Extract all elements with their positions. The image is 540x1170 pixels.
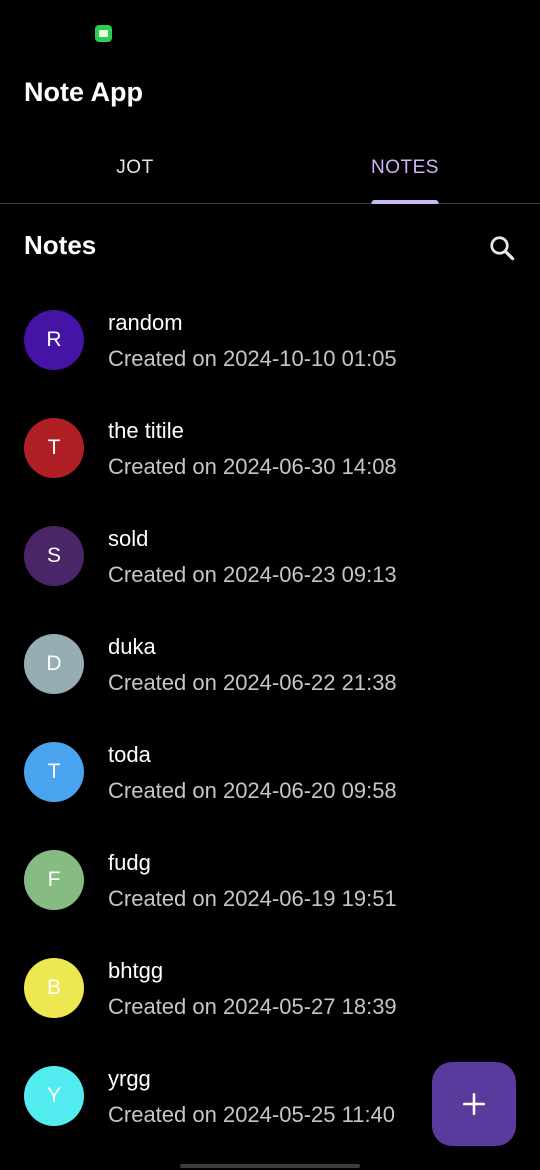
- note-date: Created on 2024-06-30 14:08: [108, 454, 397, 479]
- note-item[interactable]: R random Created on 2024-10-10 01:05: [0, 288, 540, 396]
- tab-notes[interactable]: NOTES: [270, 132, 540, 204]
- note-date: Created on 2024-06-19 19:51: [108, 886, 397, 911]
- note-date: Created on 2024-06-20 09:58: [108, 778, 397, 803]
- note-avatar: B: [24, 958, 84, 1018]
- add-note-button[interactable]: [432, 1062, 516, 1146]
- plus-icon: [462, 1092, 486, 1116]
- note-date: Created on 2024-06-23 09:13: [108, 562, 397, 587]
- note-avatar: D: [24, 634, 84, 694]
- tab-jot[interactable]: JOT: [0, 132, 270, 203]
- note-title: duka: [108, 634, 156, 659]
- note-title: fudg: [108, 850, 151, 875]
- note-avatar: T: [24, 742, 84, 802]
- note-item[interactable]: S sold Created on 2024-06-23 09:13: [0, 504, 540, 612]
- note-title: toda: [108, 742, 151, 767]
- note-title: sold: [108, 526, 149, 551]
- note-avatar: Y: [24, 1066, 84, 1126]
- tab-notes-label: NOTES: [371, 156, 439, 178]
- app-title: Note App: [24, 77, 143, 107]
- note-item[interactable]: T the titile Created on 2024-06-30 14:08: [0, 396, 540, 504]
- note-date: Created on 2024-05-25 11:40: [108, 1102, 396, 1127]
- note-title: random: [108, 310, 183, 335]
- note-date: Created on 2024-05-27 18:39: [108, 994, 397, 1019]
- note-title: yrgg: [108, 1066, 151, 1091]
- note-item[interactable]: B bhtgg Created on 2024-05-27 18:39: [0, 936, 540, 1044]
- home-indicator[interactable]: [180, 1164, 360, 1168]
- note-title: the titile: [108, 418, 184, 443]
- note-avatar: F: [24, 850, 84, 910]
- tab-jot-label: JOT: [116, 156, 154, 178]
- message-app-icon: [95, 25, 112, 42]
- search-button[interactable]: [480, 226, 524, 270]
- search-icon: [490, 236, 515, 261]
- note-avatar: S: [24, 526, 84, 586]
- note-avatar: T: [24, 418, 84, 478]
- note-avatar: R: [24, 310, 84, 370]
- note-list: R random Created on 2024-10-10 01:05 T t…: [0, 288, 540, 1152]
- note-item[interactable]: F fudg Created on 2024-06-19 19:51: [0, 828, 540, 936]
- tab-bar: JOT NOTES: [0, 132, 540, 204]
- note-date: Created on 2024-10-10 01:05: [108, 346, 397, 371]
- notes-header: Notes: [0, 222, 540, 274]
- note-item[interactable]: T toda Created on 2024-06-20 09:58: [0, 720, 540, 828]
- active-tab-indicator: [371, 200, 439, 204]
- note-title: bhtgg: [108, 958, 164, 983]
- status-bar: [0, 0, 540, 50]
- note-item[interactable]: D duka Created on 2024-06-22 21:38: [0, 612, 540, 720]
- note-date: Created on 2024-06-22 21:38: [108, 670, 397, 695]
- section-title: Notes: [24, 230, 97, 260]
